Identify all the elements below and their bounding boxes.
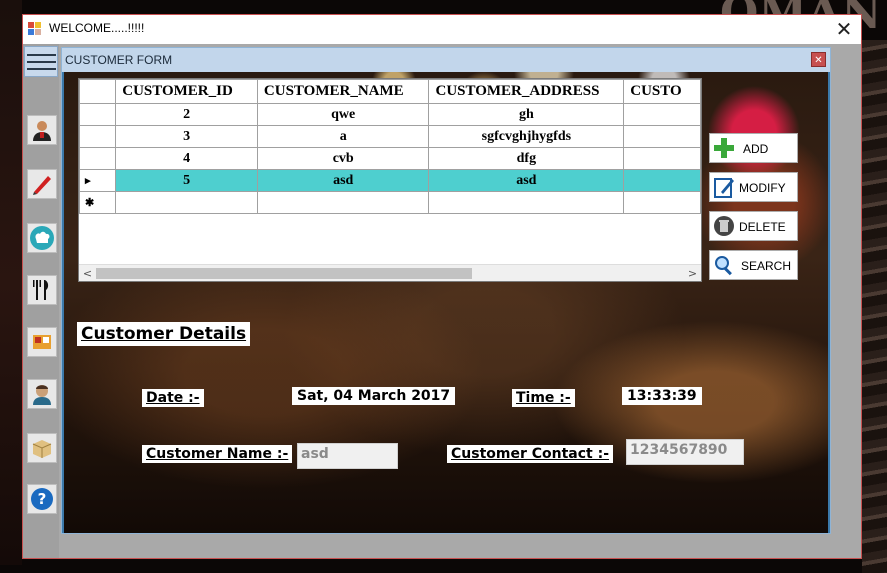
table-cell[interactable]: cvb	[256, 147, 430, 170]
user-icon[interactable]	[27, 115, 57, 145]
row-indicator[interactable]	[79, 125, 117, 148]
child-close-button[interactable]: ✕	[811, 52, 826, 67]
row-header-corner	[79, 79, 117, 104]
customer-contact-label: Customer Contact :-	[447, 445, 614, 463]
customer-name-label: Customer Name :-	[142, 445, 293, 463]
menu-icon[interactable]	[24, 46, 58, 77]
customer-contact-field[interactable]: 1234567890	[626, 439, 744, 465]
window-close-button[interactable]: ✕	[833, 17, 855, 41]
app-icon	[28, 22, 43, 36]
bottom-strip	[61, 536, 831, 556]
scroll-right-icon[interactable]: >	[684, 265, 701, 281]
column-header[interactable]: CUSTOMER_ADDRESS	[428, 79, 625, 104]
help-icon[interactable]: ?	[27, 484, 57, 514]
add-label: ADD	[743, 142, 769, 156]
child-window-title: CUSTOMER FORM	[65, 53, 173, 67]
food-icon[interactable]	[27, 327, 57, 357]
search-icon	[715, 256, 732, 276]
staff-icon[interactable]	[27, 379, 57, 409]
customer-form-window: CUSTOMER FORM ✕ CUSTOMER_ID CUSTOMER_NAM…	[61, 47, 831, 534]
sidebar: ?	[23, 44, 59, 558]
column-header[interactable]: CUSTOMER_NAME	[256, 79, 430, 104]
modify-button[interactable]: MODIFY	[709, 172, 798, 202]
table-row[interactable]: 2 qwe gh	[79, 103, 701, 126]
column-header[interactable]: CUSTO	[623, 79, 701, 104]
table-cell[interactable]: asd	[256, 169, 430, 192]
search-button[interactable]: SEARCH	[709, 250, 798, 280]
table-cell[interactable]: 4	[115, 147, 258, 170]
chef-hat-icon[interactable]	[27, 223, 57, 253]
table-cell[interactable]	[623, 169, 701, 192]
svg-text:?: ?	[38, 490, 47, 508]
table-row-selected[interactable]: ▸ 5 asd asd	[79, 169, 701, 192]
time-value: 13:33:39	[622, 387, 702, 405]
table-cell[interactable]	[256, 191, 430, 214]
window-title: WELCOME.....!!!!!	[49, 21, 145, 35]
row-indicator[interactable]	[79, 103, 117, 126]
trash-icon	[714, 216, 734, 236]
table-cell[interactable]: 2	[115, 103, 258, 126]
child-title-bar: CUSTOMER FORM ✕	[62, 48, 830, 72]
table-row[interactable]: 3 a sgfcvghjhygfds	[79, 125, 701, 148]
time-label: Time :-	[512, 389, 575, 407]
table-cell[interactable]: sgfcvghjhygfds	[428, 125, 625, 148]
table-cell[interactable]: gh	[428, 103, 625, 126]
search-label: SEARCH	[741, 259, 792, 273]
table-cell[interactable]: 5	[115, 169, 258, 192]
modify-label: MODIFY	[739, 181, 786, 195]
row-indicator[interactable]	[79, 147, 117, 170]
table-row[interactable]: 4 cvb dfg	[79, 147, 701, 170]
add-button[interactable]: ADD	[709, 133, 798, 163]
date-label: Date :-	[142, 389, 204, 407]
delete-button[interactable]: DELETE	[709, 211, 798, 241]
main-window: WELCOME.....!!!!! ✕ ? CUSTOMER FORM ✕ CU…	[22, 14, 862, 559]
client-area: ? CUSTOMER FORM ✕ CUSTOMER_ID CUSTOMER_N…	[23, 44, 861, 558]
table-cell[interactable]	[428, 191, 625, 214]
delete-label: DELETE	[739, 220, 786, 234]
plus-icon	[714, 138, 734, 158]
form-background: CUSTOMER_ID CUSTOMER_NAME CUSTOMER_ADDRE…	[64, 72, 828, 533]
table-cell[interactable]	[623, 147, 701, 170]
row-indicator[interactable]: ▸	[79, 169, 117, 192]
table-cell[interactable]: dfg	[428, 147, 625, 170]
row-indicator[interactable]: ✱	[79, 191, 117, 214]
customer-name-field[interactable]: asd	[297, 443, 398, 469]
table-row-new[interactable]: ✱	[79, 191, 701, 214]
scroll-thumb[interactable]	[96, 268, 472, 279]
edit-icon	[714, 178, 734, 198]
horizontal-scrollbar[interactable]: < >	[79, 264, 701, 281]
customer-grid[interactable]: CUSTOMER_ID CUSTOMER_NAME CUSTOMER_ADDRE…	[78, 78, 702, 282]
table-cell[interactable]: qwe	[256, 103, 430, 126]
column-header[interactable]: CUSTOMER_ID	[115, 79, 258, 104]
table-cell[interactable]	[623, 103, 701, 126]
fork-knife-icon[interactable]	[27, 275, 57, 305]
table-cell[interactable]: 3	[115, 125, 258, 148]
table-cell[interactable]	[623, 125, 701, 148]
table-cell[interactable]: asd	[428, 169, 625, 192]
table-cell[interactable]	[623, 191, 701, 214]
pencil-icon[interactable]	[27, 169, 57, 199]
table-cell[interactable]	[115, 191, 258, 214]
customer-details-heading: Customer Details	[77, 322, 251, 346]
title-bar: WELCOME.....!!!!! ✕	[23, 15, 861, 44]
wallpaper-strip-left	[0, 0, 22, 565]
wallpaper-strip-right	[862, 40, 887, 573]
date-value: Sat, 04 March 2017	[292, 387, 456, 405]
table-cell[interactable]: a	[256, 125, 430, 148]
box-icon[interactable]	[27, 433, 57, 463]
scroll-left-icon[interactable]: <	[79, 265, 96, 281]
